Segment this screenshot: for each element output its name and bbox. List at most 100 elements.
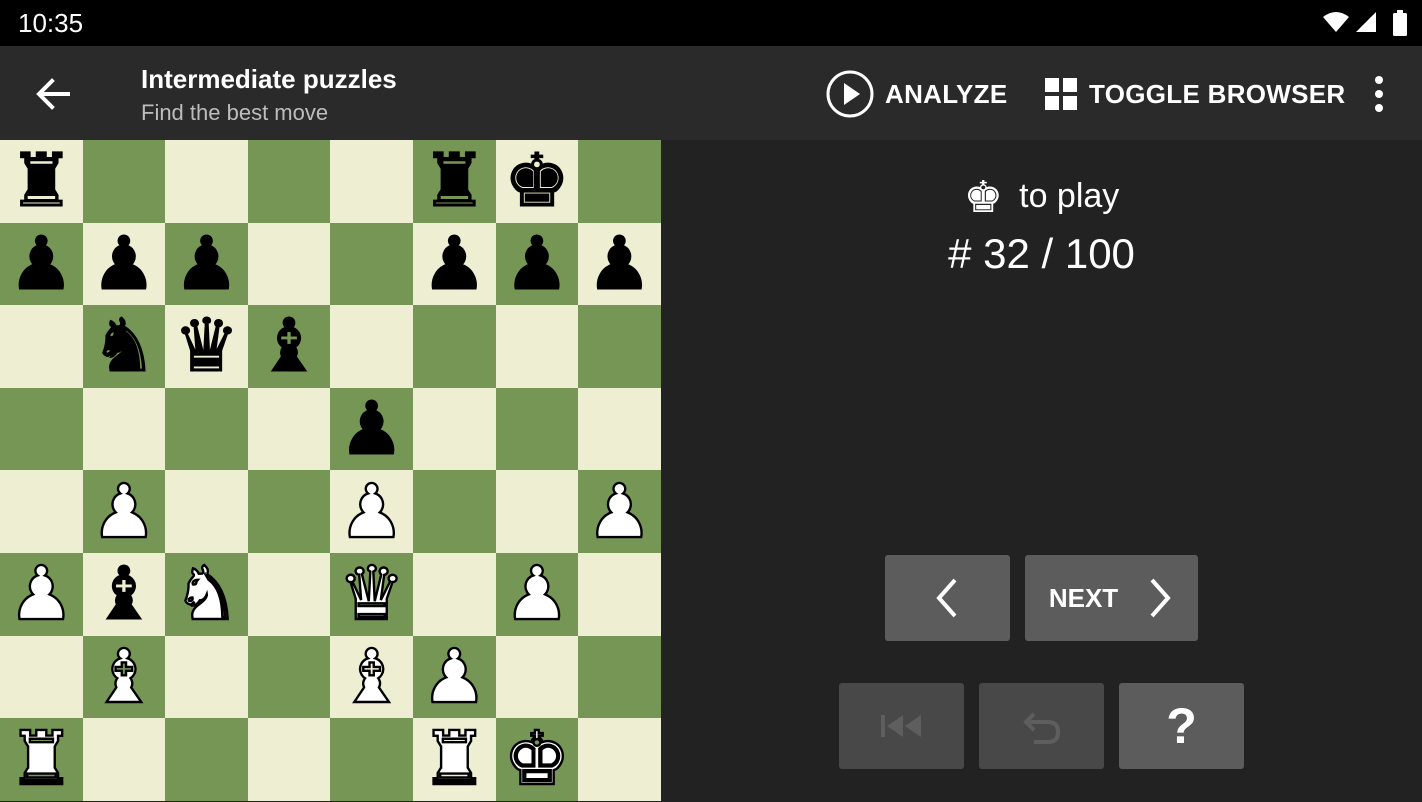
- square-g8[interactable]: ♚: [495, 140, 579, 223]
- square-g4[interactable]: [495, 470, 579, 553]
- square-g3[interactable]: ♟: [495, 552, 579, 636]
- black-pawn-piece[interactable]: ♟: [503, 226, 570, 301]
- white-pawn-piece[interactable]: ♟: [420, 639, 489, 715]
- square-a1[interactable]: ♜: [0, 718, 83, 801]
- square-b7[interactable]: ♟: [82, 222, 166, 306]
- square-d7[interactable]: [247, 222, 331, 306]
- square-f5[interactable]: [412, 387, 496, 471]
- white-knight-piece[interactable]: ♞: [172, 556, 241, 632]
- white-pawn-piece[interactable]: ♟: [585, 473, 654, 549]
- black-pawn-piece[interactable]: ♟: [421, 226, 488, 301]
- square-b6[interactable]: ♞: [82, 305, 166, 388]
- hint-button[interactable]: ?: [1119, 683, 1244, 769]
- square-c2[interactable]: [165, 635, 248, 719]
- black-pawn-piece[interactable]: ♟: [586, 226, 653, 301]
- black-knight-piece[interactable]: ♞: [90, 309, 157, 384]
- square-b1[interactable]: [82, 718, 166, 801]
- square-c8[interactable]: [165, 140, 248, 223]
- square-d1[interactable]: [247, 718, 331, 801]
- square-e5[interactable]: ♟: [330, 387, 413, 471]
- square-d4[interactable]: [247, 470, 331, 553]
- square-a4[interactable]: [0, 470, 83, 553]
- square-g6[interactable]: [495, 305, 579, 388]
- square-h5[interactable]: [578, 387, 661, 471]
- black-rook-piece[interactable]: ♜: [421, 144, 488, 219]
- square-h7[interactable]: ♟: [578, 222, 661, 306]
- square-e7[interactable]: [330, 222, 413, 306]
- square-h1[interactable]: [578, 718, 661, 801]
- black-pawn-piece[interactable]: ♟: [90, 226, 157, 301]
- square-a3[interactable]: ♟: [0, 552, 83, 636]
- square-f4[interactable]: [412, 470, 496, 553]
- overflow-menu-button[interactable]: [1362, 74, 1396, 114]
- square-c6[interactable]: ♛: [165, 305, 248, 388]
- chess-board[interactable]: ♜ ♜ ♚ ♟ ♟ ♟ ♟ ♟ ♟ ♞ ♛ ♝ ♟ ♟ ♟ ♟ ♟ ♝ ♞ ♛ ♟ ♝ ♝ ♟ ♜ ♜ ♚: [0, 140, 661, 801]
- black-pawn-piece[interactable]: ♟: [338, 392, 405, 467]
- previous-puzzle-button[interactable]: [885, 555, 1010, 641]
- undo-button[interactable]: [979, 683, 1104, 769]
- back-button[interactable]: [26, 68, 78, 120]
- square-h6[interactable]: [578, 305, 661, 388]
- square-g5[interactable]: [495, 387, 579, 471]
- black-pawn-piece[interactable]: ♟: [8, 226, 75, 301]
- square-a6[interactable]: [0, 305, 83, 388]
- square-d8[interactable]: [247, 140, 331, 223]
- square-f8[interactable]: ♜: [412, 140, 496, 223]
- white-pawn-piece[interactable]: ♟: [337, 473, 406, 549]
- square-a7[interactable]: ♟: [0, 222, 83, 306]
- square-f7[interactable]: ♟: [412, 222, 496, 306]
- white-pawn-piece[interactable]: ♟: [502, 556, 571, 632]
- square-g1[interactable]: ♚: [495, 718, 579, 801]
- square-c1[interactable]: [165, 718, 248, 801]
- square-g2[interactable]: [495, 635, 579, 719]
- toggle-browser-button[interactable]: TOGGLE BROWSER: [1043, 66, 1346, 122]
- square-a5[interactable]: [0, 387, 83, 471]
- square-f2[interactable]: ♟: [412, 635, 496, 719]
- black-bishop-piece[interactable]: ♝: [90, 557, 157, 632]
- white-king-piece[interactable]: ♚: [502, 721, 571, 797]
- square-h3[interactable]: [578, 552, 661, 636]
- white-rook-piece[interactable]: ♜: [420, 721, 489, 797]
- white-pawn-piece[interactable]: ♟: [90, 473, 159, 549]
- square-d2[interactable]: [247, 635, 331, 719]
- square-f6[interactable]: [412, 305, 496, 388]
- square-d6[interactable]: ♝: [247, 305, 331, 388]
- square-e8[interactable]: [330, 140, 413, 223]
- white-bishop-piece[interactable]: ♝: [337, 639, 406, 715]
- square-a8[interactable]: ♜: [0, 140, 83, 223]
- square-f3[interactable]: [412, 552, 496, 636]
- square-c7[interactable]: ♟: [165, 222, 248, 306]
- black-pawn-piece[interactable]: ♟: [173, 226, 240, 301]
- black-king-piece[interactable]: ♚: [503, 144, 570, 219]
- square-f1[interactable]: ♜: [412, 718, 496, 801]
- first-move-button[interactable]: [839, 683, 964, 769]
- square-b4[interactable]: ♟: [82, 470, 166, 553]
- white-bishop-piece[interactable]: ♝: [90, 639, 159, 715]
- square-b5[interactable]: [82, 387, 166, 471]
- square-a2[interactable]: [0, 635, 83, 719]
- square-h8[interactable]: [578, 140, 661, 223]
- white-pawn-piece[interactable]: ♟: [7, 556, 76, 632]
- black-queen-piece[interactable]: ♛: [173, 309, 240, 384]
- square-c5[interactable]: [165, 387, 248, 471]
- square-h4[interactable]: ♟: [578, 470, 661, 553]
- square-e4[interactable]: ♟: [330, 470, 413, 553]
- square-d3[interactable]: [247, 552, 331, 636]
- square-h2[interactable]: [578, 635, 661, 719]
- square-b8[interactable]: [82, 140, 166, 223]
- white-rook-piece[interactable]: ♜: [7, 721, 76, 797]
- black-rook-piece[interactable]: ♜: [8, 144, 75, 219]
- square-d5[interactable]: [247, 387, 331, 471]
- next-puzzle-button[interactable]: NEXT: [1025, 555, 1198, 641]
- black-bishop-piece[interactable]: ♝: [255, 309, 322, 384]
- square-e1[interactable]: [330, 718, 413, 801]
- square-e6[interactable]: [330, 305, 413, 388]
- square-b3[interactable]: ♝: [82, 552, 166, 636]
- square-g7[interactable]: ♟: [495, 222, 579, 306]
- white-queen-piece[interactable]: ♛: [337, 556, 406, 632]
- analyze-button[interactable]: ANALYZE: [825, 66, 1008, 122]
- square-c4[interactable]: [165, 470, 248, 553]
- square-b2[interactable]: ♝: [82, 635, 166, 719]
- square-e2[interactable]: ♝: [330, 635, 413, 719]
- square-e3[interactable]: ♛: [330, 552, 413, 636]
